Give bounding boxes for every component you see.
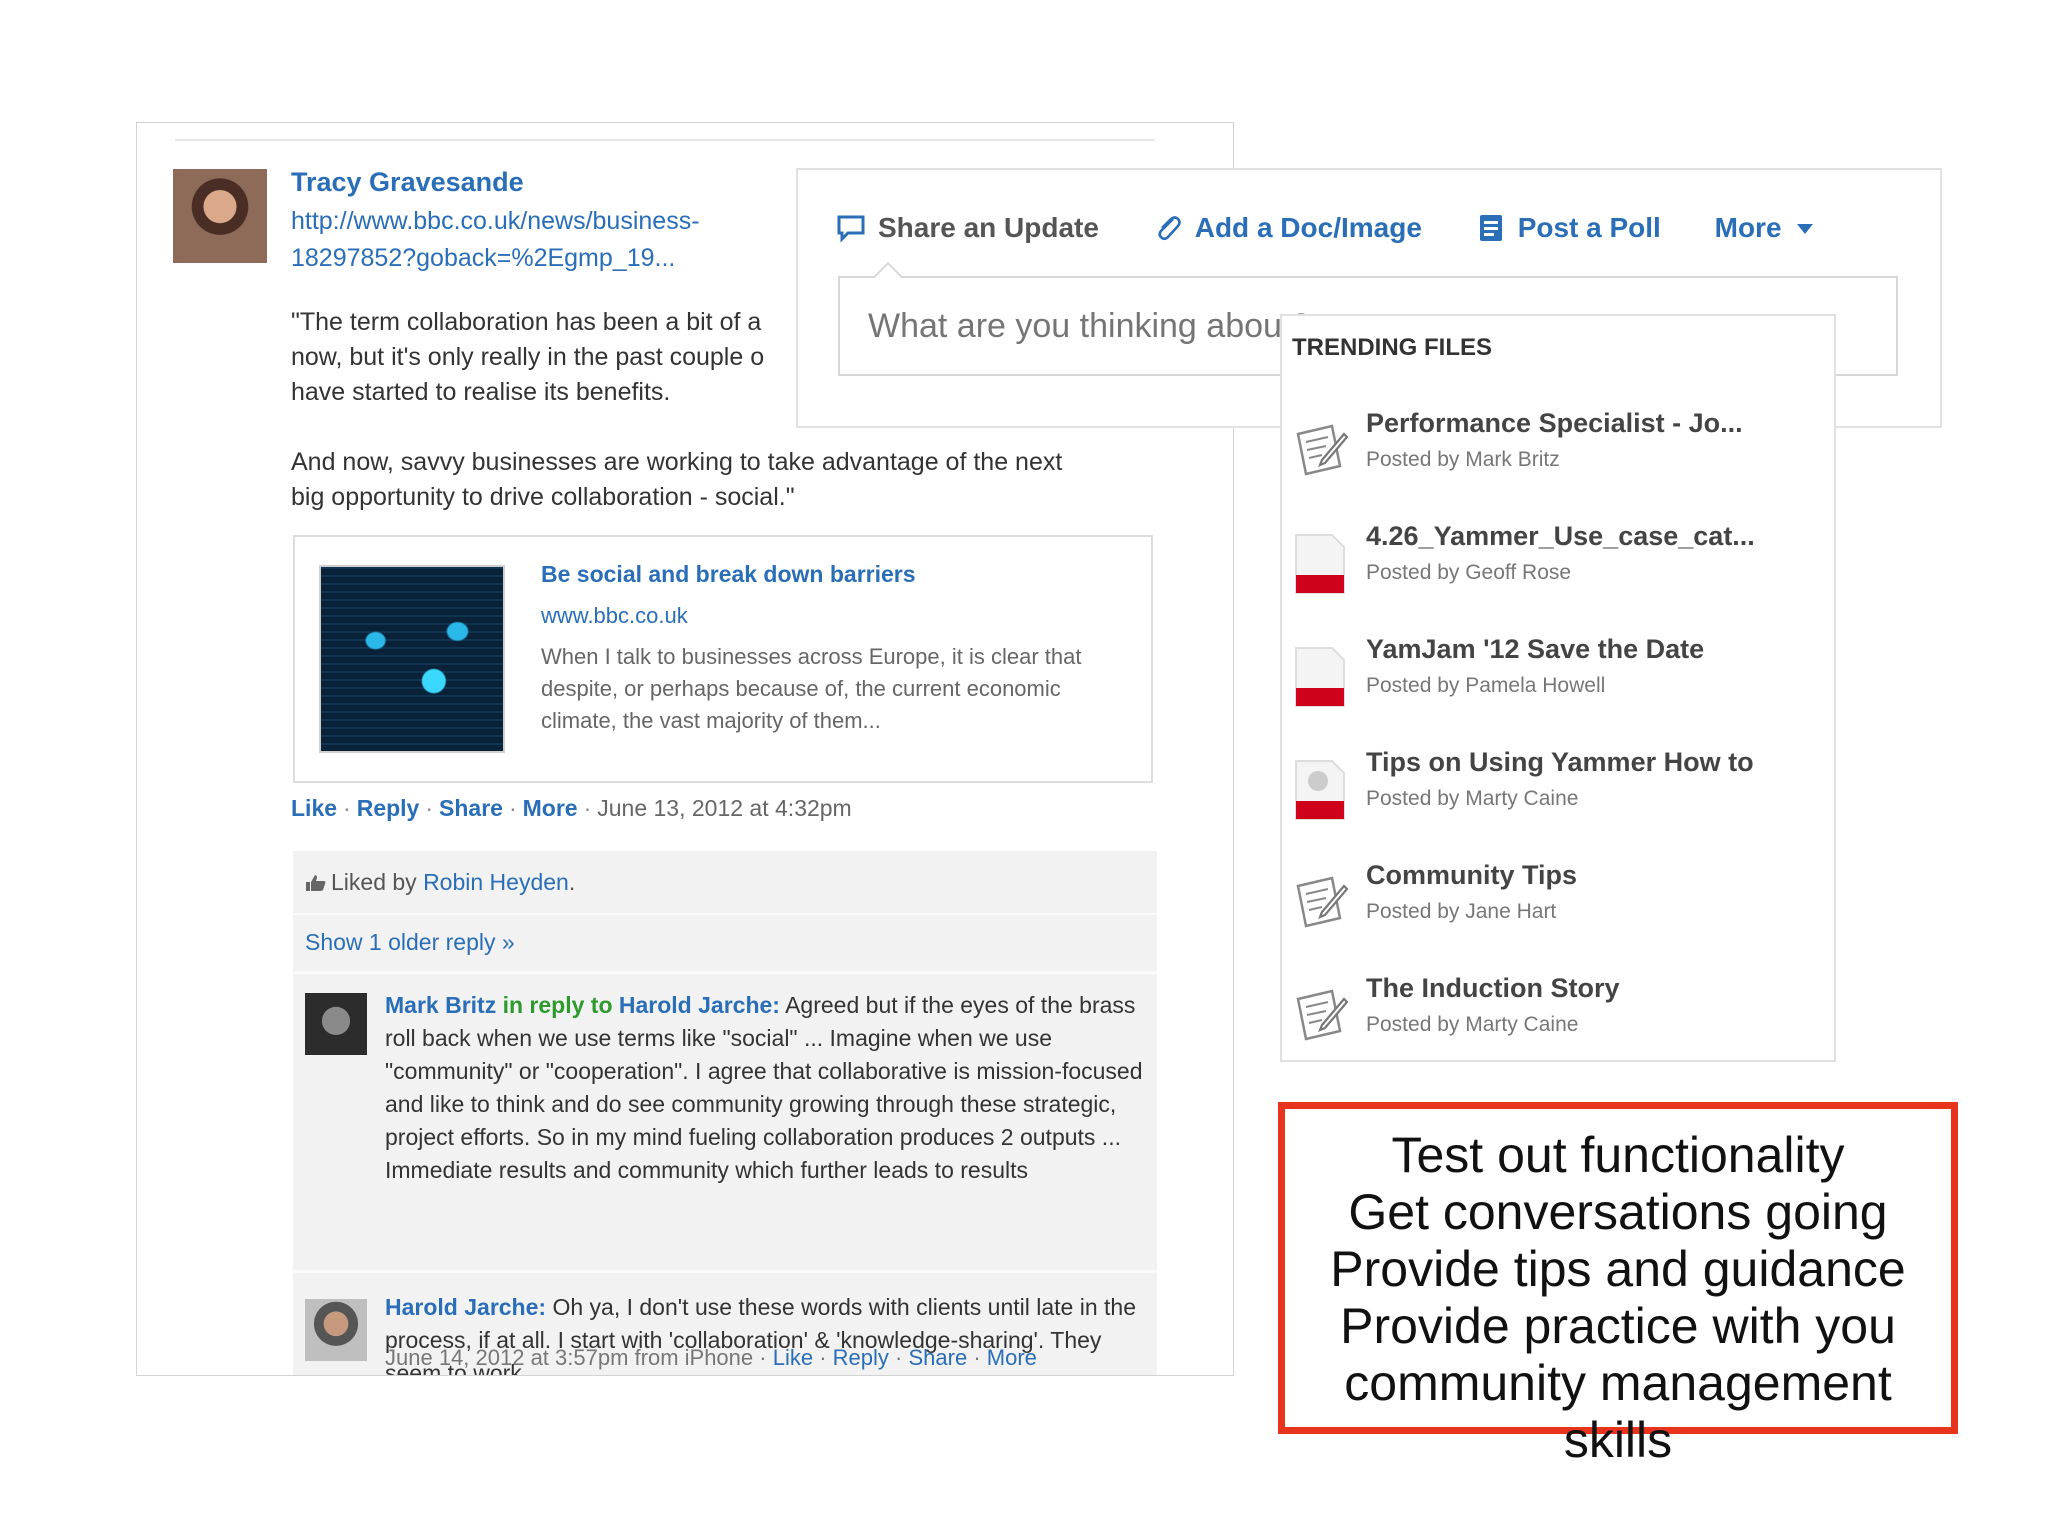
pdf-icon (1295, 647, 1345, 707)
callout-box: Test out functionality Get conversations… (1278, 1102, 1958, 1468)
reply-link[interactable]: Reply (357, 795, 420, 821)
tab-add-doc-image[interactable]: Add a Doc/Image (1153, 212, 1422, 244)
file-name: Tips on Using Yammer How to (1366, 747, 1754, 777)
comments-section: Liked by Robin Heyden. Show 1 older repl… (293, 851, 1157, 1375)
file-posted-by: Posted by Marty Caine (1366, 787, 1579, 810)
file-posted-by: Posted by Geoff Rose (1366, 561, 1572, 584)
network-image[interactable] (319, 565, 505, 753)
file-posted-by: Posted by Pamela Howell (1366, 674, 1606, 697)
file-name: 4.26_Yammer_Use_case_cat... (1366, 521, 1755, 551)
poll-icon (1479, 215, 1502, 241)
file-item[interactable]: The Induction Story Posted by Marty Cain… (1292, 961, 1812, 1057)
file-item[interactable]: Tips on Using Yammer How to Posted by Ma… (1292, 735, 1812, 831)
paperclip-icon (1158, 216, 1181, 241)
tab-more[interactable]: More (1715, 212, 1814, 244)
trending-heading: TRENDING FILES (1292, 334, 1493, 361)
file-name: Community Tips (1366, 860, 1578, 890)
callout-line: community management (1344, 1355, 1892, 1411)
note-icon (1296, 989, 1348, 1041)
note-icon (1296, 876, 1348, 928)
reply-target[interactable]: Harold Jarche (619, 992, 772, 1018)
file-name: Performance Specialist - Jo... (1366, 408, 1743, 438)
more-link[interactable]: More (523, 795, 578, 821)
link-preview-card[interactable]: Be social and break down barriers www.bb… (293, 535, 1153, 783)
link-card-description: When I talk to businesses across Europe,… (541, 644, 1082, 733)
file-item[interactable]: Community Tips Posted by Jane Hart (1292, 848, 1812, 944)
pdf-icon (1295, 760, 1345, 820)
in-reply-to: in reply to (502, 992, 613, 1018)
composer-tabs: Share an Update Add a Doc/Image Post a P… (836, 212, 1859, 244)
callout-line: Test out functionality (1391, 1127, 1845, 1183)
reply-item: Harold Jarche: Oh ya, I don't use these … (385, 1291, 1145, 1375)
pdf-icon (1295, 534, 1345, 594)
reply-author[interactable]: Harold Jarche (385, 1294, 538, 1320)
trending-files-panel: TRENDING FILES Performance Specialist - … (1280, 314, 1836, 1062)
divider (293, 1270, 1157, 1273)
reply-text: Agreed but if the eyes of the brass roll… (385, 992, 1143, 1183)
link-card-title[interactable]: Be social and break down barriers (541, 561, 916, 588)
note-icon (1296, 424, 1348, 476)
show-older-replies-link[interactable]: Show 1 older reply » (305, 929, 515, 956)
reply-item: Mark Britz in reply to Harold Jarche: Ag… (385, 992, 1143, 1183)
tab-share-update[interactable]: Share an Update (836, 212, 1099, 244)
reply-avatar[interactable] (305, 1299, 367, 1361)
callout-line: Provide tips and guidance (1330, 1241, 1906, 1297)
like-link[interactable]: Like (291, 795, 337, 821)
divider (293, 913, 1157, 915)
file-posted-by: Posted by Marty Caine (1366, 1013, 1579, 1036)
callout-line: skills (1563, 1412, 1673, 1468)
thumbs-up-icon (306, 875, 326, 891)
file-name: YamJam '12 Save the Date (1366, 634, 1705, 664)
liked-by-row: Liked by Robin Heyden. (305, 869, 575, 896)
link-card-domain[interactable]: www.bbc.co.uk (541, 603, 688, 629)
post-actions: Like · Reply · Share · More · June 13, 2012 at 4… (291, 795, 852, 821)
divider (175, 139, 1155, 141)
chevron-down-icon (1797, 224, 1814, 234)
speech-bubble-icon (837, 215, 865, 243)
file-posted-by: Posted by Mark Britz (1366, 448, 1560, 471)
author-name[interactable]: Tracy Gravesande (291, 167, 524, 198)
reply-avatar[interactable] (305, 993, 367, 1055)
file-item[interactable]: YamJam '12 Save the Date Posted by Pamel… (1292, 622, 1812, 718)
callout-line: Provide practice with you (1340, 1298, 1896, 1354)
author-avatar[interactable] (173, 169, 267, 263)
file-posted-by: Posted by Jane Hart (1366, 900, 1557, 923)
share-link[interactable]: Share (439, 795, 503, 821)
callout-text: Test out functionality Get conversations… (1285, 1127, 1951, 1469)
file-item[interactable]: 4.26_Yammer_Use_case_cat... Posted by Ge… (1292, 509, 1812, 605)
tab-post-poll[interactable]: Post a Poll (1476, 212, 1661, 244)
liked-by-name[interactable]: Robin Heyden (423, 869, 569, 895)
callout-line: Get conversations going (1348, 1184, 1888, 1240)
post-url-link[interactable]: http://www.bbc.co.uk/news/business-18297… (291, 203, 771, 277)
file-name: The Induction Story (1366, 973, 1620, 1003)
reply-author[interactable]: Mark Britz (385, 992, 496, 1018)
divider (293, 971, 1157, 974)
post-timestamp: June 13, 2012 at 4:32pm (597, 795, 852, 821)
file-item[interactable]: Performance Specialist - Jo... Posted by… (1292, 396, 1812, 492)
